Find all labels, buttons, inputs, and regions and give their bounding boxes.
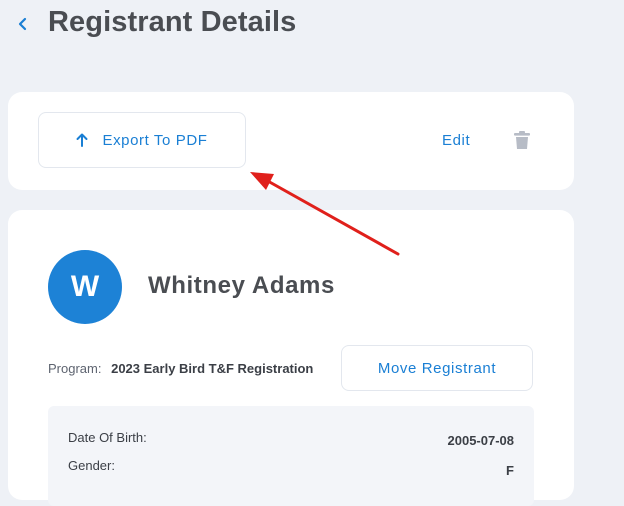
program-value: 2023 Early Bird T&F Registration xyxy=(111,361,314,376)
export-button-label: Export To PDF xyxy=(102,131,208,149)
avatar: W xyxy=(48,250,122,324)
program-row: Program: 2023 Early Bird T&F Registratio… xyxy=(48,361,313,376)
actions-card: Export To PDF Edit xyxy=(8,92,574,190)
registrant-name: Whitney Adams xyxy=(148,272,335,299)
gender-label: Gender: xyxy=(68,458,115,473)
chevron-left-icon xyxy=(18,17,27,31)
dob-label: Date Of Birth: xyxy=(68,430,147,445)
dob-value: 2005-07-08 xyxy=(447,433,515,448)
page-header: Registrant Details xyxy=(0,0,624,50)
delete-button[interactable] xyxy=(513,130,531,152)
registrant-details-card: W Whitney Adams Program: 2023 Early Bird… xyxy=(8,210,574,506)
export-to-pdf-button[interactable]: Export To PDF xyxy=(38,112,246,168)
edit-button[interactable]: Edit xyxy=(442,132,470,149)
trash-icon xyxy=(514,131,530,149)
info-panel: Date Of Birth: 2005-07-08 Gender: F xyxy=(48,406,534,506)
back-button[interactable] xyxy=(14,12,32,36)
program-label: Program: xyxy=(48,361,102,376)
arrow-up-icon xyxy=(76,133,88,147)
page-title: Registrant Details xyxy=(48,6,297,38)
move-registrant-button[interactable]: Move Registrant xyxy=(341,345,533,391)
